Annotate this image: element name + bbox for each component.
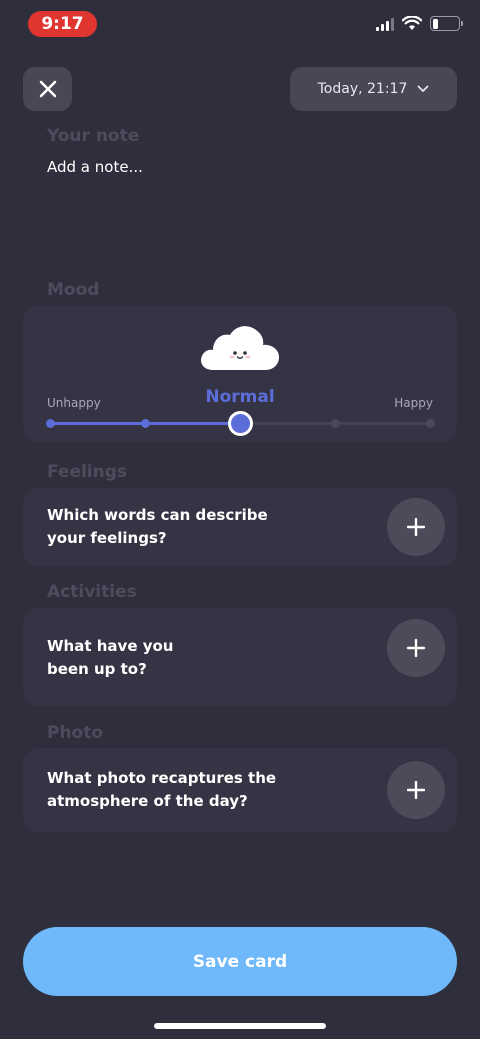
photo-section-label: Photo xyxy=(47,723,104,743)
mood-slider[interactable] xyxy=(46,411,435,436)
photo-card[interactable]: What photo recaptures the atmosphere of … xyxy=(23,748,457,832)
activities-section-label: Activities xyxy=(47,582,137,602)
mood-max-label: Happy xyxy=(394,396,433,410)
note-section-label: Your note xyxy=(47,126,140,146)
add-photo-button[interactable] xyxy=(387,761,445,819)
cellular-signal-icon xyxy=(376,17,394,31)
feelings-section-label: Feelings xyxy=(47,462,128,482)
status-time: 9:17 xyxy=(28,11,97,37)
feelings-card[interactable]: Which words can describe your feelings? xyxy=(23,488,457,566)
plus-icon xyxy=(407,518,425,536)
mood-step-dot[interactable] xyxy=(46,419,55,428)
close-icon xyxy=(39,80,56,98)
mood-card: Normal Unhappy Happy xyxy=(23,306,457,442)
feelings-prompt: Which words can describe your feelings? xyxy=(47,504,268,550)
mood-entry-screen: 9:17 Today, 21:17 Your note Mood xyxy=(0,0,480,1039)
photo-prompt-line: atmosphere of the day? xyxy=(47,792,248,810)
add-activities-button[interactable] xyxy=(387,619,445,677)
cloud-mood-icon xyxy=(201,326,279,370)
note-input[interactable] xyxy=(47,155,437,179)
photo-prompt-line: What photo recaptures the xyxy=(47,769,277,787)
status-icons xyxy=(376,16,463,31)
activities-card[interactable]: What have you been up to? xyxy=(23,608,457,706)
chevron-down-icon xyxy=(417,85,429,92)
activities-prompt: What have you been up to? xyxy=(47,635,173,681)
wifi-icon xyxy=(402,16,422,30)
plus-icon xyxy=(407,781,425,799)
battery-icon xyxy=(430,16,463,31)
save-card-button[interactable]: Save card xyxy=(23,927,457,996)
photo-prompt: What photo recaptures the atmosphere of … xyxy=(47,767,276,813)
mood-slider-thumb[interactable] xyxy=(228,411,253,436)
battery-level xyxy=(432,18,438,29)
feelings-prompt-line: Which words can describe xyxy=(47,506,268,524)
activities-prompt-line: been up to? xyxy=(47,660,147,678)
mood-step-dot[interactable] xyxy=(331,419,340,428)
mood-min-label: Unhappy xyxy=(47,396,101,410)
mood-step-dot[interactable] xyxy=(426,419,435,428)
mood-step-dot[interactable] xyxy=(141,419,150,428)
close-button[interactable] xyxy=(23,67,72,111)
add-feelings-button[interactable] xyxy=(387,498,445,556)
mood-section-label: Mood xyxy=(47,280,100,300)
date-selector[interactable]: Today, 21:17 xyxy=(290,67,457,111)
plus-icon xyxy=(407,639,425,657)
feelings-prompt-line: your feelings? xyxy=(47,529,167,547)
home-indicator[interactable] xyxy=(154,1023,326,1029)
date-label: Today, 21:17 xyxy=(317,81,408,97)
activities-prompt-line: What have you xyxy=(47,637,174,655)
